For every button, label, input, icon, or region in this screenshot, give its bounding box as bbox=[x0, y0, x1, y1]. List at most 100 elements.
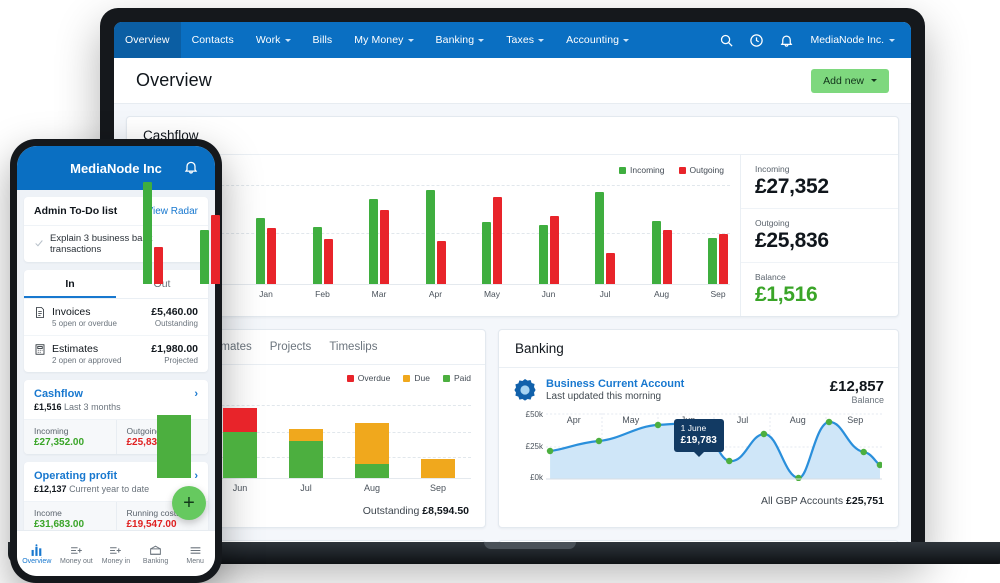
tab-projects[interactable]: Projects bbox=[270, 330, 312, 364]
bar-outgoing[interactable] bbox=[210, 215, 220, 284]
split-label: Incoming bbox=[34, 426, 69, 436]
legend-swatch-outgoing bbox=[678, 166, 686, 174]
todo-item[interactable]: Explain 3 business bank transactions bbox=[24, 225, 208, 262]
screenshot-stage: Overview Contacts Work Bills My Money Ba… bbox=[0, 0, 1000, 583]
legend-overdue: Overdue bbox=[346, 373, 390, 383]
legend-outgoing: Outgoing bbox=[678, 165, 724, 175]
list-item-estimates[interactable]: Estimates 2 open or approved £1,980.00 P… bbox=[24, 336, 208, 372]
kpi-label: Outgoing bbox=[755, 218, 790, 228]
item-amount-label: Outstanding bbox=[154, 319, 198, 328]
bar-incoming[interactable] bbox=[538, 224, 548, 284]
bell-icon[interactable] bbox=[183, 159, 199, 180]
banking-footer: All GBP Accounts £25,751 bbox=[513, 491, 884, 507]
add-icon[interactable]: + bbox=[172, 486, 206, 520]
bar-outgoing[interactable] bbox=[323, 239, 333, 284]
org-switcher[interactable]: MediaNode Inc. bbox=[802, 34, 899, 46]
item-name: Invoices bbox=[52, 306, 91, 318]
kpi-label: Incoming bbox=[755, 164, 790, 174]
nav-label: Contacts bbox=[191, 34, 234, 46]
phone-header: MediaNode Inc bbox=[17, 146, 215, 190]
phone-nav-money-out[interactable]: Money out bbox=[57, 543, 97, 565]
nav-item-work[interactable]: Work bbox=[245, 22, 302, 58]
bar-incoming[interactable] bbox=[256, 218, 265, 284]
bar-incoming[interactable] bbox=[143, 182, 152, 284]
bar-incoming[interactable] bbox=[312, 226, 322, 284]
add-new-button[interactable]: Add new bbox=[811, 68, 889, 93]
tab-in[interactable]: In bbox=[24, 270, 116, 298]
phone-nav-banking[interactable]: Banking bbox=[136, 543, 176, 565]
bank-icon bbox=[136, 543, 176, 558]
nav-item-taxes[interactable]: Taxes bbox=[495, 22, 555, 58]
section-value: £1,516 bbox=[34, 402, 62, 412]
todo-header: Admin To-Do list View Radar bbox=[24, 197, 208, 225]
bar-outgoing[interactable] bbox=[719, 234, 728, 284]
phone-screen: MediaNode Inc Admin To-Do list View Rada… bbox=[17, 146, 215, 576]
phone-nav-money-in[interactable]: Money in bbox=[96, 543, 136, 565]
legend-incoming: Incoming bbox=[619, 165, 665, 175]
chevron-down-icon bbox=[407, 38, 414, 42]
kpi-balance: Balance £1,516 bbox=[741, 263, 898, 316]
bar-incoming[interactable] bbox=[369, 198, 378, 284]
nav-item-contacts[interactable]: Contacts bbox=[181, 22, 245, 58]
bar-outgoing[interactable] bbox=[436, 241, 446, 284]
x-tick: Jun bbox=[232, 483, 248, 493]
bar-outgoing[interactable] bbox=[662, 229, 672, 284]
bar-group bbox=[312, 226, 333, 284]
stacked-bar[interactable] bbox=[421, 458, 455, 478]
phone-nav-menu[interactable]: Menu bbox=[175, 543, 215, 565]
bar-outgoing[interactable] bbox=[493, 196, 502, 284]
bell-icon[interactable] bbox=[772, 22, 800, 58]
stacked-bar[interactable] bbox=[289, 428, 323, 478]
bar-incoming[interactable] bbox=[708, 238, 717, 284]
list-item-text: Estimates 2 open or approved bbox=[52, 343, 121, 365]
dashboard-row-2: Income Estimates Projects Timeslips Over… bbox=[126, 329, 899, 528]
chevron-right-icon[interactable]: › bbox=[194, 388, 198, 400]
chevron-down-icon bbox=[284, 38, 291, 42]
bank-balance-value: £12,857 bbox=[829, 378, 884, 395]
nav-label: Menu bbox=[186, 557, 204, 565]
list-item-text: Invoices 5 open or overdue bbox=[52, 306, 117, 328]
stacked-bar[interactable] bbox=[223, 407, 257, 478]
chevron-down-icon bbox=[538, 38, 545, 42]
nav-label: Money in bbox=[101, 557, 131, 565]
top-navigation-bar: Overview Contacts Work Bills My Money Ba… bbox=[114, 22, 911, 58]
bar-group bbox=[482, 196, 502, 284]
bar-incoming[interactable] bbox=[199, 229, 209, 284]
nav-item-bills[interactable]: Bills bbox=[302, 22, 344, 58]
nav-item-banking[interactable]: Banking bbox=[425, 22, 496, 58]
stacked-bar[interactable] bbox=[355, 423, 389, 478]
phone-nav-overview[interactable]: Overview bbox=[17, 543, 57, 565]
bar-incoming[interactable] bbox=[595, 192, 604, 284]
bar-outgoing[interactable] bbox=[267, 227, 276, 284]
nav-item-my-money[interactable]: My Money bbox=[343, 22, 424, 58]
bank-account-name[interactable]: Business Current Account bbox=[546, 378, 684, 390]
bar-outgoing[interactable] bbox=[380, 210, 389, 284]
nav-item-overview[interactable]: Overview bbox=[114, 22, 181, 58]
x-tick: Aug bbox=[653, 289, 670, 299]
bar-outgoing[interactable] bbox=[154, 246, 163, 284]
legend-label: Incoming bbox=[630, 165, 665, 175]
bar-incoming[interactable] bbox=[651, 220, 661, 284]
list-item-amount-block: £1,980.00 Projected bbox=[151, 343, 198, 365]
chevron-down-icon bbox=[871, 79, 877, 82]
bar-outgoing[interactable] bbox=[549, 216, 559, 284]
nav-label: Overview bbox=[125, 34, 170, 46]
kpi-incoming: Incoming £27,352 bbox=[741, 155, 898, 209]
bar-incoming[interactable] bbox=[425, 190, 435, 284]
clock-icon[interactable] bbox=[742, 22, 770, 58]
bank-balance-label: Balance bbox=[851, 395, 884, 405]
nav-item-accounting[interactable]: Accounting bbox=[555, 22, 640, 58]
bar-incoming[interactable] bbox=[482, 221, 491, 284]
bar-outgoing[interactable] bbox=[606, 252, 615, 284]
legend-swatch-overdue bbox=[346, 374, 354, 382]
tab-timeslips[interactable]: Timeslips bbox=[329, 330, 377, 364]
stacked-bar[interactable] bbox=[157, 414, 191, 478]
banking-title: Banking bbox=[515, 341, 564, 356]
search-icon[interactable] bbox=[712, 22, 740, 58]
chevron-right-icon[interactable]: › bbox=[194, 470, 198, 482]
list-item-invoices[interactable]: Invoices 5 open or overdue £5,460.00 Out… bbox=[24, 299, 208, 336]
item-amount: £1,980.00 bbox=[151, 343, 198, 355]
invoice-icon bbox=[34, 306, 46, 328]
money-out-icon bbox=[57, 543, 97, 558]
x-tick: May bbox=[483, 289, 501, 299]
